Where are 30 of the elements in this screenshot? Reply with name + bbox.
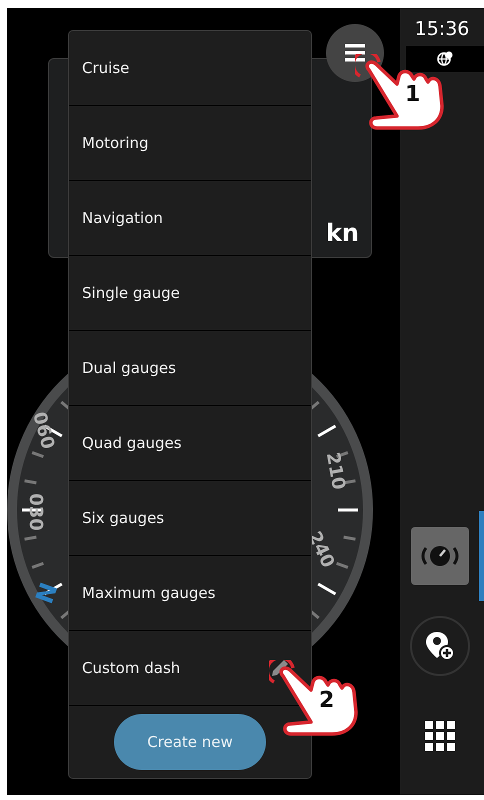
pin-plus-icon [424,630,454,662]
menu-item[interactable]: Dual gauges [69,331,311,406]
menu-item[interactable]: Navigation [69,181,311,256]
menu-item[interactable]: Quad gauges [69,406,311,481]
menu-item-label: Quad gauges [82,434,182,452]
compass-label: 210 [322,450,350,492]
callout-number: 2 [319,690,334,712]
menu-item-label: Single gauge [82,284,180,302]
menu-item-label: Motoring [82,134,149,152]
menu-item-label: Navigation [82,209,163,227]
menu-item-label: Maximum gauges [82,584,216,602]
compass-label: 030 [25,493,46,531]
speed-unit: kn [326,219,359,247]
compass-label: 060 [28,410,58,452]
menu-item-label: Cruise [82,59,130,77]
menu-item[interactable]: Six gauges [69,481,311,556]
gauge-icon [410,527,468,585]
menu-item[interactable]: Single gauge [69,256,311,331]
menu-item[interactable]: Maximum gauges [69,556,311,631]
menu-item-label: Six gauges [82,509,164,527]
menu-item-label: Dual gauges [82,359,176,377]
compass-label: N [28,578,62,607]
menu-item[interactable]: Cruise [69,31,311,106]
status-time: 15:36 [414,17,470,42]
menu-item[interactable]: Motoring [69,106,311,181]
apps-grid-icon [424,721,454,751]
callout-number: 1 [405,84,420,106]
menu-icon [345,44,365,62]
globe-icon [437,51,453,67]
menu-item-label: Custom dash [82,659,180,677]
